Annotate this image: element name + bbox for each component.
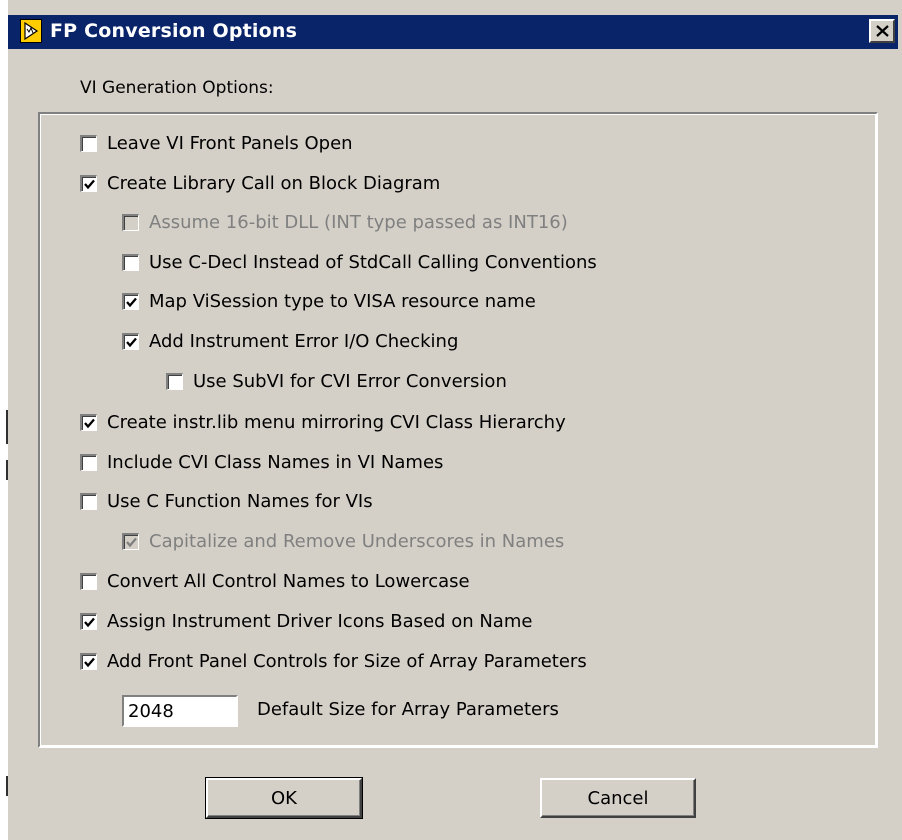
- option-create-library-call[interactable]: Create Library Call on Block Diagram: [80, 171, 440, 195]
- checkbox[interactable]: [80, 572, 97, 590]
- option-use-subvi-cvi-error[interactable]: Use SubVI for CVI Error Conversion: [166, 369, 507, 393]
- labview-icon: [20, 19, 42, 43]
- option-create-instr-lib-menu[interactable]: Create instr.lib menu mirroring CVI Clas…: [80, 410, 566, 434]
- checkbox[interactable]: [122, 253, 139, 271]
- checkbox[interactable]: [80, 134, 97, 152]
- checkbox: [122, 532, 139, 550]
- option-label: Create Library Call on Block Diagram: [107, 172, 441, 194]
- title-bar[interactable]: FP Conversion Options: [8, 15, 898, 49]
- checkmark-icon: [84, 418, 95, 428]
- option-convert-control-names-lowercase[interactable]: Convert All Control Names to Lowercase: [80, 569, 470, 593]
- option-assign-instrument-driver-icons[interactable]: Assign Instrument Driver Icons Based on …: [80, 609, 532, 633]
- option-include-cvi-class-names[interactable]: Include CVI Class Names in VI Names: [80, 450, 443, 474]
- checkmark-icon: [126, 537, 137, 547]
- window-edge: [0, 0, 8, 840]
- option-label: Create instr.lib menu mirroring CVI Clas…: [107, 411, 566, 433]
- edge-mark: [6, 410, 8, 444]
- option-map-visession[interactable]: Map ViSession type to VISA resource name: [122, 289, 536, 313]
- window-title: FP Conversion Options: [50, 20, 298, 42]
- checkbox[interactable]: [80, 413, 97, 431]
- option-label: Assign Instrument Driver Icons Based on …: [107, 610, 533, 632]
- ok-button[interactable]: OK: [205, 777, 363, 819]
- option-add-front-panel-controls-array[interactable]: Add Front Panel Controls for Size of Arr…: [80, 649, 587, 673]
- edge-mark: [6, 460, 8, 480]
- checkmark-icon: [84, 657, 95, 667]
- option-use-c-function-names[interactable]: Use C Function Names for VIs: [80, 489, 373, 513]
- option-label: Assume 16-bit DLL (INT type passed as IN…: [149, 211, 568, 233]
- checkbox[interactable]: [80, 174, 97, 192]
- checkbox[interactable]: [166, 372, 183, 390]
- checkbox[interactable]: [80, 612, 97, 630]
- option-leave-vi-front-panels-open[interactable]: Leave VI Front Panels Open: [80, 131, 353, 155]
- option-label: Add Instrument Error I/O Checking: [149, 330, 459, 352]
- checkbox[interactable]: [122, 292, 139, 310]
- checkmark-icon: [84, 617, 95, 627]
- checkmark-icon: [126, 337, 137, 347]
- array-size-label: Default Size for Array Parameters: [257, 699, 559, 720]
- option-label: Use C Function Names for VIs: [107, 490, 373, 512]
- array-size-input[interactable]: [122, 695, 238, 727]
- close-icon: [876, 25, 889, 37]
- option-label: Use C-Decl Instead of StdCall Calling Co…: [149, 251, 597, 273]
- checkbox[interactable]: [80, 492, 97, 510]
- checkbox[interactable]: [80, 453, 97, 471]
- checkmark-icon: [126, 297, 137, 307]
- option-use-c-decl[interactable]: Use C-Decl Instead of StdCall Calling Co…: [122, 250, 597, 274]
- option-label: Convert All Control Names to Lowercase: [107, 570, 470, 592]
- checkbox[interactable]: [122, 332, 139, 350]
- option-label: Capitalize and Remove Underscores in Nam…: [149, 530, 565, 552]
- option-label: Add Front Panel Controls for Size of Arr…: [107, 650, 587, 672]
- group-label: VI Generation Options:: [80, 78, 274, 98]
- option-assume-16bit-dll: Assume 16-bit DLL (INT type passed as IN…: [122, 210, 568, 234]
- close-button[interactable]: [869, 19, 895, 43]
- option-label: Use SubVI for CVI Error Conversion: [193, 370, 507, 392]
- checkbox[interactable]: [80, 652, 97, 670]
- checkmark-icon: [84, 179, 95, 189]
- option-label: Include CVI Class Names in VI Names: [107, 451, 444, 473]
- option-label: Map ViSession type to VISA resource name: [149, 290, 536, 312]
- option-capitalize-remove-underscores: Capitalize and Remove Underscores in Nam…: [122, 529, 564, 553]
- edge-mark: [6, 776, 8, 796]
- option-add-instrument-error-io[interactable]: Add Instrument Error I/O Checking: [122, 329, 458, 353]
- option-label: Leave VI Front Panels Open: [107, 132, 353, 154]
- checkbox: [122, 213, 139, 231]
- cancel-button[interactable]: Cancel: [540, 778, 696, 818]
